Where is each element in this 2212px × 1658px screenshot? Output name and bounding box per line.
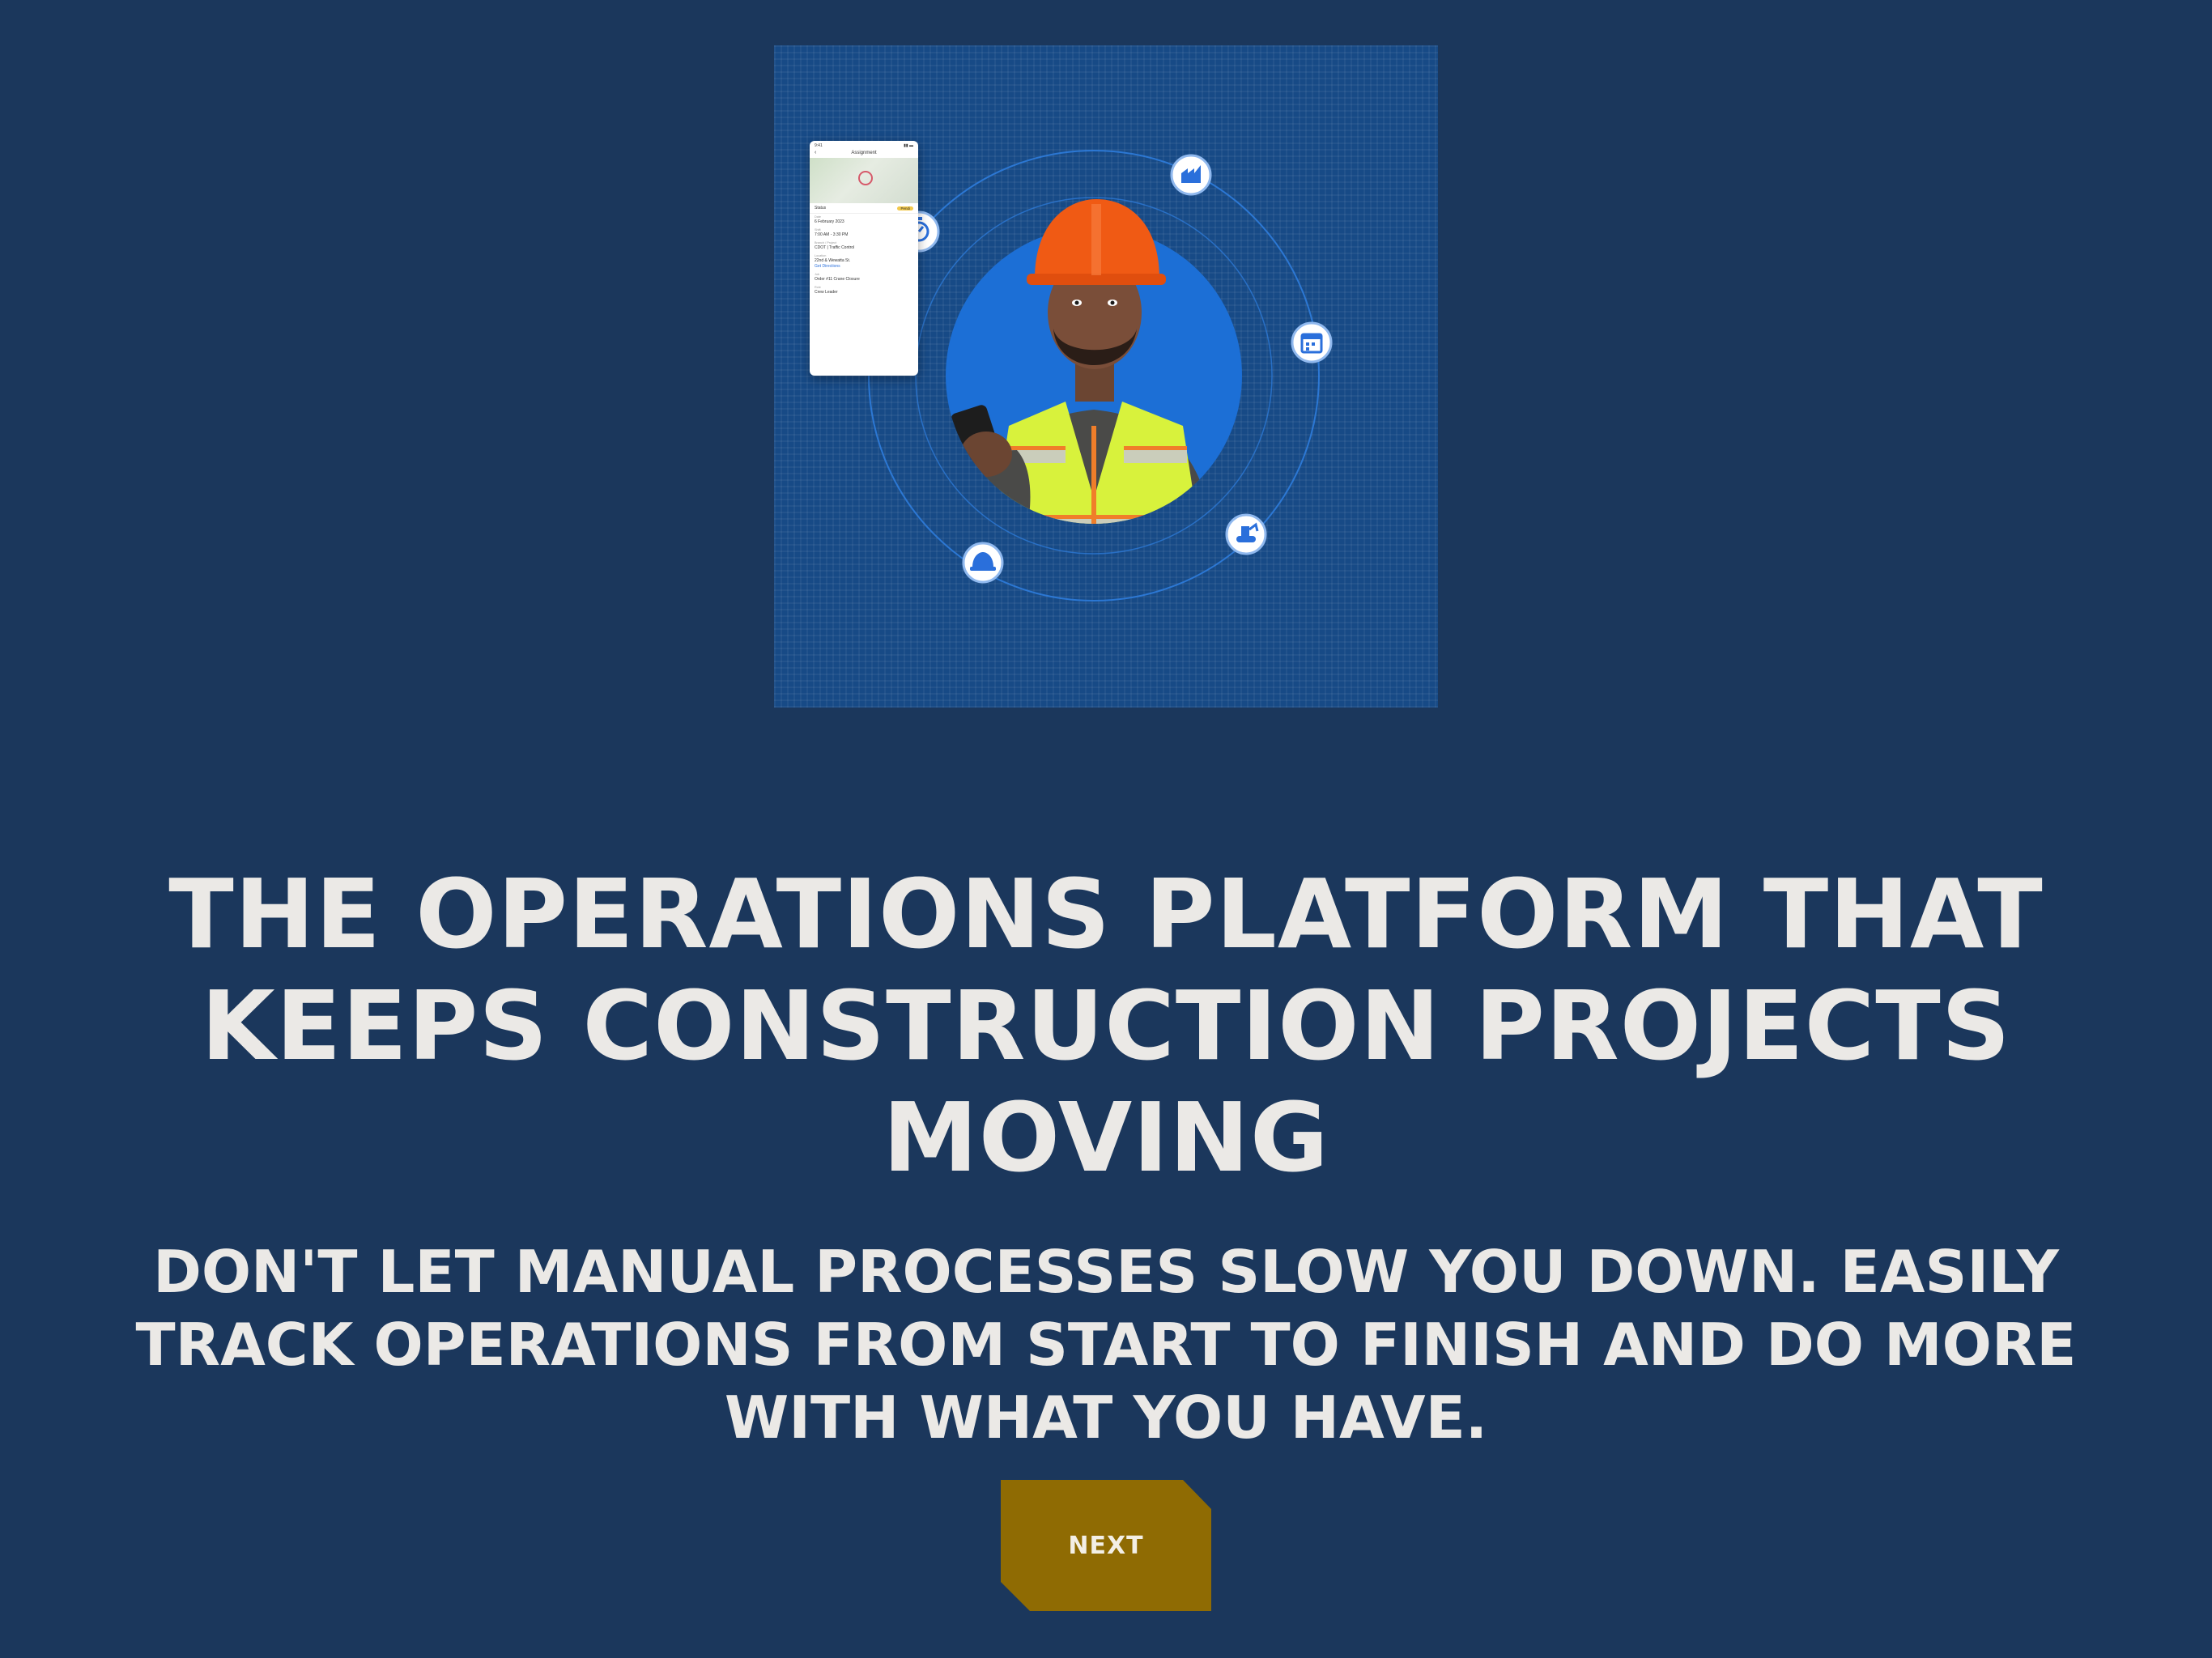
- phone-header: ‹ Assignment: [810, 149, 918, 158]
- phone-field: Job Order #11 Crane Closure: [810, 271, 918, 284]
- phone-field-value: Crew Leader: [815, 290, 838, 295]
- signal-icon: ▮▮ ▬: [904, 143, 913, 148]
- hero-illustration: 9:41 ▮▮ ▬ ‹ Assignment Status Pendi Date…: [774, 45, 1438, 708]
- factory-icon: [1170, 154, 1212, 196]
- phone-field: Shift 7:00 AM - 3:30 PM: [810, 227, 918, 240]
- phone-field: Branch / Project CDOT | Traffic Control: [810, 240, 918, 253]
- phone-status-label: Status: [815, 206, 827, 210]
- phone-status-row: Status Pendi: [810, 203, 918, 214]
- get-directions-link: Get Directions: [815, 264, 840, 269]
- phone-field-value: 22nd & Wewatta St.: [815, 258, 851, 263]
- phone-status-badge: Pendi: [897, 206, 913, 210]
- phone-field: Location 22nd & Wewatta St. Get Directio…: [810, 253, 918, 271]
- next-button[interactable]: NEXT: [1001, 1480, 1211, 1611]
- phone-field: Role Crew Leader: [810, 284, 918, 297]
- phone-time: 9:41: [815, 143, 823, 148]
- phone-field-value: Order #11 Crane Closure: [815, 277, 860, 282]
- phone-map-thumbnail: [810, 158, 918, 203]
- page-headline: THE OPERATIONS PLATFORM THAT KEEPS CONST…: [168, 858, 2044, 1193]
- phone-status-bar: 9:41 ▮▮ ▬: [810, 141, 918, 149]
- calendar-icon: [1291, 321, 1333, 363]
- excavator-icon: [1225, 513, 1267, 555]
- phone-field-value: 7:00 AM - 3:30 PM: [815, 232, 849, 237]
- assignment-phone-mockup: 9:41 ▮▮ ▬ ‹ Assignment Status Pendi Date…: [810, 141, 918, 376]
- phone-header-title: Assignment: [851, 151, 877, 155]
- phone-field-value: 6 February 2023: [815, 219, 844, 224]
- phone-field: Date 6 February 2023: [810, 214, 918, 227]
- back-arrow-icon: ‹: [815, 150, 817, 155]
- phone-field-value: CDOT | Traffic Control: [815, 245, 855, 250]
- page-subheadline: DON'T LET MANUAL PROCESSES SLOW YOU DOWN…: [135, 1238, 2077, 1452]
- hard-hat-icon: [962, 542, 1004, 584]
